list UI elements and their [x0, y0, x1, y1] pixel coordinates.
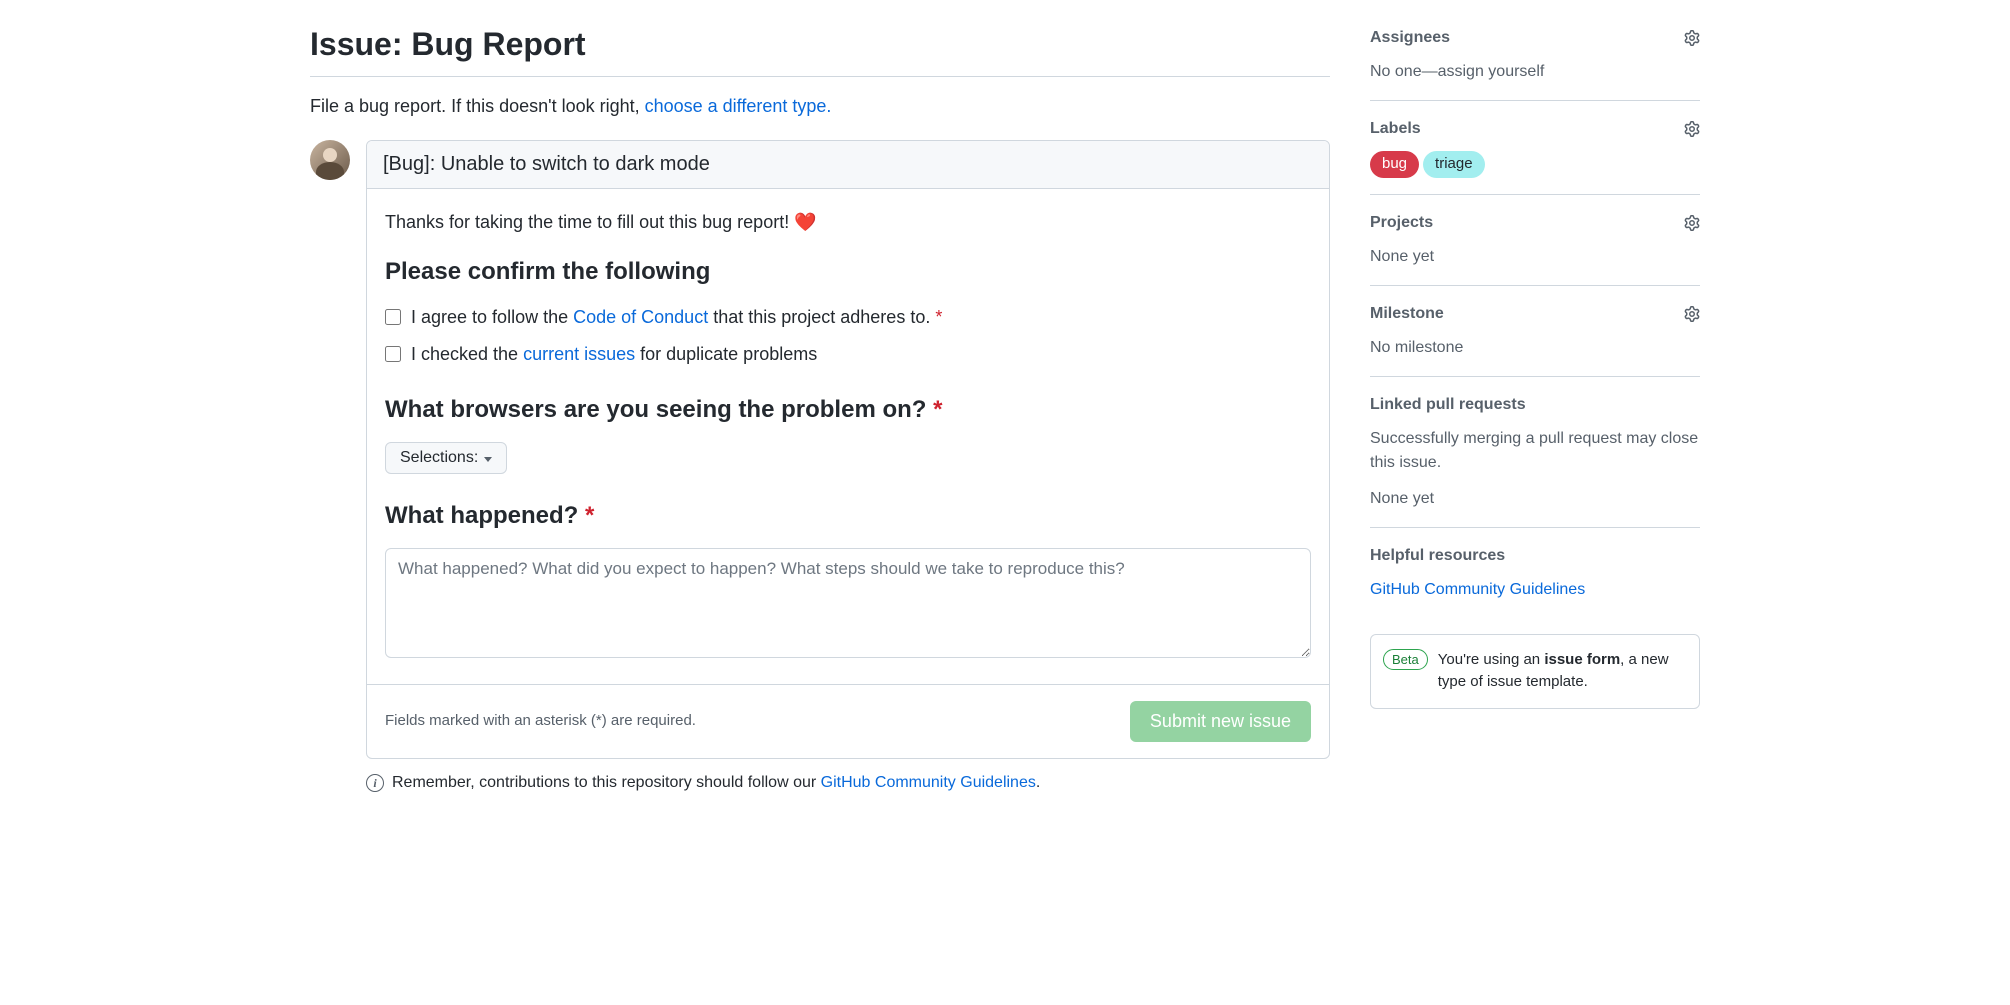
community-guidelines-link[interactable]: GitHub Community Guidelines: [821, 774, 1036, 791]
beta-prefix: You're using an: [1438, 651, 1545, 668]
choose-type-link[interactable]: choose a different type.: [645, 96, 832, 116]
page-title: Issue: Bug Report: [310, 20, 1330, 77]
browser-selections-dropdown[interactable]: Selections:: [385, 442, 507, 474]
beta-callout: Beta You're using an issue form, a new t…: [1370, 634, 1700, 709]
coc-label: I agree to follow the Code of Conduct th…: [411, 304, 942, 331]
caret-down-icon: [484, 457, 492, 462]
page-subtitle: File a bug report. If this doesn't look …: [310, 93, 1330, 120]
assignees-title: Assignees: [1370, 26, 1450, 50]
linked-prs-section: Linked pull requests Successfully mergin…: [1370, 393, 1700, 528]
helpful-resources-link[interactable]: GitHub Community Guidelines: [1370, 581, 1585, 598]
happened-heading-text: What happened?: [385, 502, 585, 529]
gear-icon[interactable]: [1684, 30, 1700, 46]
gear-icon[interactable]: [1684, 215, 1700, 231]
helpful-resources-section: Helpful resources GitHub Community Guide…: [1370, 544, 1700, 618]
intro-text: Thanks for taking the time to fill out t…: [385, 212, 794, 232]
required-fields-hint: Fields marked with an asterisk (*) are r…: [385, 710, 696, 733]
heart-icon: ❤️: [794, 212, 816, 232]
milestone-title: Milestone: [1370, 302, 1444, 326]
coc-prefix: I agree to follow the: [411, 307, 573, 327]
required-mark: *: [935, 307, 942, 327]
confirm-heading: Please confirm the following: [385, 254, 1311, 290]
browsers-heading: What browsers are you seeing the problem…: [385, 392, 1311, 428]
gear-icon[interactable]: [1684, 306, 1700, 322]
label-triage[interactable]: triage: [1423, 151, 1485, 178]
coc-link[interactable]: Code of Conduct: [573, 307, 708, 327]
happened-heading: What happened? *: [385, 498, 1311, 534]
issue-title-input[interactable]: [367, 141, 1329, 189]
user-avatar[interactable]: [310, 140, 350, 180]
projects-section: Projects None yet: [1370, 211, 1700, 286]
assignees-value[interactable]: No one—assign yourself: [1370, 60, 1700, 84]
label-bug[interactable]: bug: [1370, 151, 1419, 178]
helpful-title: Helpful resources: [1370, 544, 1505, 568]
beta-badge: Beta: [1383, 649, 1428, 671]
required-mark: *: [585, 502, 594, 529]
assignees-section: Assignees No one—assign yourself: [1370, 26, 1700, 101]
dup-suffix: for duplicate problems: [635, 344, 817, 364]
browsers-heading-text: What browsers are you seeing the problem…: [385, 396, 933, 423]
dup-prefix: I checked the: [411, 344, 523, 364]
linked-prs-description: Successfully merging a pull request may …: [1370, 427, 1700, 475]
gear-icon[interactable]: [1684, 121, 1700, 137]
duplicate-label: I checked the current issues for duplica…: [411, 341, 817, 368]
required-mark: *: [933, 396, 942, 423]
note-suffix: .: [1036, 774, 1040, 791]
beta-text: You're using an issue form, a new type o…: [1438, 649, 1687, 694]
note-prefix: Remember, contributions to this reposito…: [392, 774, 821, 791]
labels-title: Labels: [1370, 117, 1421, 141]
duplicate-checkbox[interactable]: [385, 346, 401, 362]
contribution-note: i Remember, contributions to this reposi…: [310, 771, 1330, 795]
intro-message: Thanks for taking the time to fill out t…: [385, 209, 1311, 236]
projects-title: Projects: [1370, 211, 1433, 235]
labels-section: Labels bug triage: [1370, 117, 1700, 195]
current-issues-link[interactable]: current issues: [523, 344, 635, 364]
selections-label: Selections:: [400, 449, 478, 467]
beta-bold: issue form: [1544, 651, 1620, 668]
info-icon: i: [366, 774, 384, 792]
linked-prs-value: None yet: [1370, 487, 1700, 511]
coc-checkbox[interactable]: [385, 309, 401, 325]
submit-issue-button[interactable]: Submit new issue: [1130, 701, 1311, 742]
issue-form: Thanks for taking the time to fill out t…: [366, 140, 1330, 759]
milestone-value: No milestone: [1370, 336, 1700, 360]
coc-suffix: that this project adheres to.: [708, 307, 935, 327]
milestone-section: Milestone No milestone: [1370, 302, 1700, 377]
subtitle-text: File a bug report. If this doesn't look …: [310, 96, 645, 116]
what-happened-textarea[interactable]: [385, 548, 1311, 658]
projects-value: None yet: [1370, 245, 1700, 269]
linked-prs-title: Linked pull requests: [1370, 393, 1526, 417]
